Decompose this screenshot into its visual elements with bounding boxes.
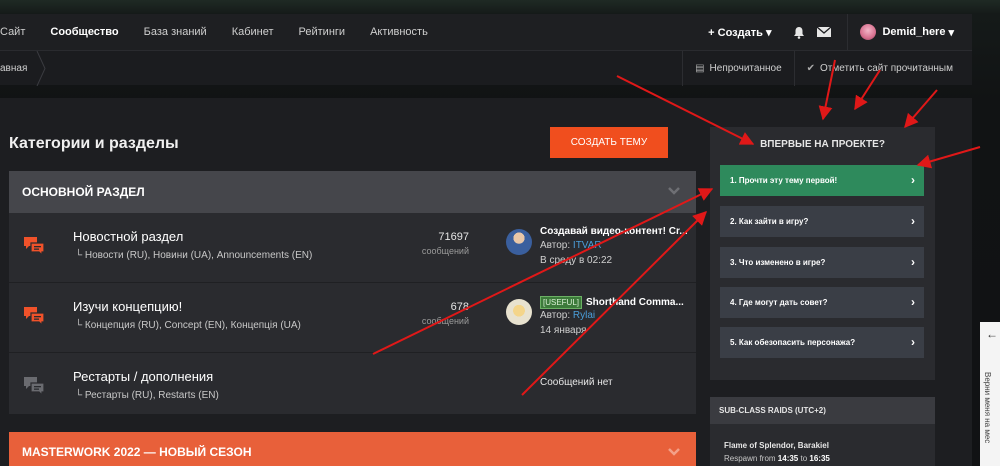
unread-label: Непрочитанное [709, 63, 782, 74]
category-title: ОСНОВНОЙ РАЗДЕЛ [22, 185, 145, 199]
newcomer-box: ВПЕРВЫЕ НА ПРОЕКТЕ? 1. Прочти эту тему п… [710, 127, 935, 380]
chevron-right-icon: › [911, 295, 915, 309]
newcomer-link[interactable]: 5. Как обезопасить персонажа? › [720, 327, 924, 358]
newspaper-icon: ▤ [695, 63, 705, 74]
newcomer-link-label: 1. Прочти эту тему первой! [730, 176, 838, 185]
forum-title[interactable]: Рестарты / дополнения [73, 369, 213, 384]
author-link[interactable]: Rylai [573, 310, 595, 321]
chevron-down-icon[interactable] [668, 446, 680, 458]
last-post-author: Автор: Rylai [540, 310, 595, 321]
message-count: 71697 [438, 231, 469, 243]
newcomer-link-label: 2. Как зайти в игру? [730, 217, 809, 226]
chat-bubbles-icon [24, 237, 44, 255]
chevron-down-icon[interactable] [668, 185, 680, 197]
raids-title: SUB-CLASS RAIDS (UTC+2) [710, 397, 935, 424]
newcomer-link-label: 3. Что изменено в игре? [730, 258, 826, 267]
subforum-links[interactable]: Новости (RU), Новини (UA), Announcements… [85, 250, 312, 261]
avatar[interactable] [506, 229, 532, 255]
newcomer-link[interactable]: 4. Где могут дать совет? › [720, 287, 924, 318]
last-post-title[interactable]: [USEFUL] Shorthand Comma... [540, 296, 690, 309]
subforum-list: └ Концепция (RU), Concept (EN), Концепці… [75, 320, 301, 331]
caret-down-icon: ▾ [765, 26, 772, 39]
subforum-links[interactable]: Рестарты (RU), Restarts (EN) [85, 390, 219, 401]
arrow-left-icon: ← [986, 327, 998, 341]
newcomer-link[interactable]: 2. Как зайти в игру? › [720, 206, 924, 237]
sub-bar: авная ▤ Непрочитанное ✔ Отметить сайт пр… [0, 50, 972, 86]
breadcrumb-separator-icon [36, 51, 46, 86]
message-count-label: сообщений [421, 316, 469, 326]
raid-respawn: Respawn from 14:35 to 16:35 [724, 454, 830, 463]
newcomer-link[interactable]: 1. Прочти эту тему первой! › [720, 165, 924, 196]
forum-title[interactable]: Новостной раздел [73, 229, 183, 244]
subforum-list: └ Новости (RU), Новини (UA), Announcemen… [75, 250, 313, 261]
nav-community[interactable]: Сообщество [50, 26, 118, 38]
message-count-label: сообщений [421, 246, 469, 256]
author-prefix: Автор: [540, 310, 573, 321]
return-widget-label: Верни меня на мес [983, 372, 992, 444]
chevron-right-icon: › [911, 335, 915, 349]
nav-ratings[interactable]: Рейтинги [299, 26, 346, 38]
message-count: 678 [450, 301, 469, 313]
create-button[interactable]: + Создать ▾ [708, 26, 771, 39]
category-header[interactable]: ОСНОВНОЙ РАЗДЕЛ [9, 171, 696, 213]
nav-right: + Создать ▾ Demid_here ▾ [708, 14, 972, 50]
envelope-icon[interactable] [817, 27, 832, 37]
chevron-right-icon: › [911, 255, 915, 269]
subbar-actions: ▤ Непрочитанное ✔ Отметить сайт прочитан… [682, 51, 972, 86]
bell-icon[interactable] [793, 26, 805, 39]
category-masterwork[interactable]: MASTERWORK 2022 — НОВЫЙ СЕЗОН [9, 432, 696, 466]
forum-title[interactable]: Изучи концепцию! [73, 299, 182, 314]
respawn-from: 14:35 [777, 454, 799, 463]
newcomer-link-label: 5. Как обезопасить персонажа? [730, 338, 856, 347]
chevron-right-icon: › [911, 214, 915, 228]
nav-knowledge-base[interactable]: База знаний [144, 26, 207, 38]
newcomer-title: ВПЕРВЫЕ НА ПРОЕКТЕ? [760, 139, 885, 150]
mark-read-label: Отметить сайт прочитанным [820, 63, 953, 74]
top-navigation: Сайт Сообщество База знаний Кабинет Рейт… [0, 14, 972, 50]
nav-activity[interactable]: Активность [370, 26, 428, 38]
avatar [860, 24, 877, 40]
chat-bubbles-icon [24, 377, 44, 395]
chevron-right-icon: › [911, 173, 915, 187]
nav-site[interactable]: Сайт [0, 26, 25, 38]
nav-cabinet[interactable]: Кабинет [232, 26, 274, 38]
check-icon: ✔ [806, 63, 816, 74]
raid-name: Flame of Splendor, Barakiel [724, 441, 829, 450]
raids-box: SUB-CLASS RAIDS (UTC+2) Flame of Splendo… [710, 397, 935, 466]
last-post-title-text: Shorthand Comma... [586, 297, 684, 308]
create-label: + Создать [708, 26, 763, 39]
newcomer-link-label: 4. Где могут дать совет? [730, 298, 828, 307]
respawn-to: 16:35 [809, 454, 830, 463]
chat-bubbles-icon [24, 307, 44, 325]
username: Demid_here [882, 26, 946, 38]
author-link[interactable]: ITVAR [573, 240, 602, 251]
create-topic-button[interactable]: СОЗДАТЬ ТЕМУ [550, 127, 668, 158]
page-title: Категории и разделы [9, 135, 179, 152]
forum-row: Новостной раздел └ Новости (RU), Новини … [9, 213, 696, 283]
last-post-time: 14 января [540, 325, 587, 336]
mark-read-link[interactable]: ✔ Отметить сайт прочитанным [793, 51, 972, 86]
category-main: ОСНОВНОЙ РАЗДЕЛ Новостной раздел └ Новос… [9, 171, 696, 414]
respawn-to-word: to [798, 454, 810, 463]
return-widget[interactable]: ← Верни меня на мес [980, 322, 1000, 466]
avatar[interactable] [506, 299, 532, 325]
forum-row: Рестарты / дополнения └ Рестарты (RU), R… [9, 353, 696, 423]
newcomer-link[interactable]: 3. Что изменено в игре? › [720, 247, 924, 278]
last-post-time: В среду в 02:22 [540, 255, 613, 266]
forum-row: Изучи концепцию! └ Концепция (RU), Conce… [9, 283, 696, 353]
subforum-links[interactable]: Концепция (RU), Concept (EN), Концепція … [85, 320, 301, 331]
breadcrumb-home: авная [0, 62, 28, 74]
author-prefix: Автор: [540, 240, 573, 251]
no-messages: Сообщений нет [540, 377, 613, 388]
last-post-author: Автор: ITVAR [540, 240, 602, 251]
category-title: MASTERWORK 2022 — НОВЫЙ СЕЗОН [22, 445, 252, 459]
user-menu[interactable]: Demid_here ▾ [847, 14, 972, 50]
subforum-list: └ Рестарты (RU), Restarts (EN) [75, 390, 219, 401]
last-post-title[interactable]: Создавай видео-контент! Cr... [540, 226, 690, 237]
nav-left: Сайт Сообщество База знаний Кабинет Рейт… [0, 26, 453, 38]
respawn-prefix: Respawn from [724, 454, 778, 463]
useful-tag: [USEFUL] [540, 296, 583, 309]
unread-link[interactable]: ▤ Непрочитанное [682, 51, 794, 86]
caret-down-icon: ▾ [948, 26, 954, 39]
